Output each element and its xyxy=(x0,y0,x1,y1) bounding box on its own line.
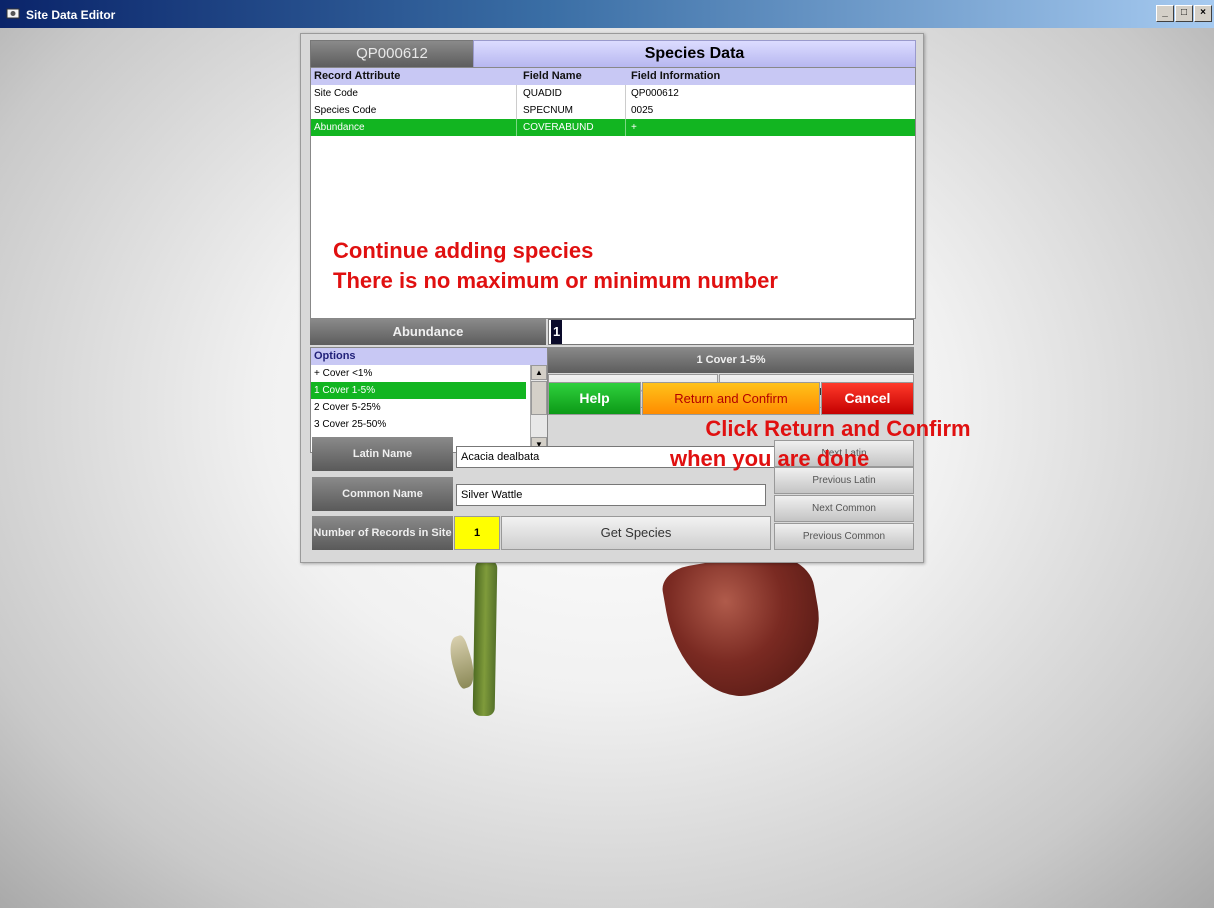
scroll-thumb[interactable] xyxy=(531,381,547,415)
window-title: Site Data Editor xyxy=(26,8,116,22)
selected-option-banner: 1 Cover 1-5% xyxy=(548,347,914,373)
records-count-label: Number of Records in Site xyxy=(312,516,453,550)
site-code-header: QP000612 xyxy=(310,40,474,68)
cell-info: 0025 xyxy=(631,105,654,116)
record-table: Record Attribute Field Name Field Inform… xyxy=(310,67,916,319)
help-button[interactable]: Help xyxy=(548,382,641,415)
app-icon xyxy=(6,8,20,19)
annotation-line: Click Return and Confirm xyxy=(705,416,971,441)
instruction-annotation-top: Continue adding species There is no maxi… xyxy=(333,236,778,296)
maximize-button[interactable]: □ xyxy=(1175,5,1193,22)
list-item-selected[interactable]: 1 Cover 1-5% xyxy=(311,382,526,399)
cancel-button[interactable]: Cancel xyxy=(821,382,914,415)
cell-attribute: Site Code xyxy=(314,88,358,99)
latin-name-label: Latin Name xyxy=(312,437,453,471)
plant-pod-image xyxy=(659,545,831,707)
previous-common-button[interactable]: Previous Common xyxy=(774,523,914,550)
minimize-button[interactable]: _ xyxy=(1156,5,1174,22)
instruction-annotation-bottom: Click Return and Confirm when you are do… xyxy=(668,414,1008,474)
options-scrollbar[interactable]: ▲ ▼ xyxy=(530,365,547,452)
records-count-value: 1 xyxy=(454,516,500,550)
return-confirm-button[interactable]: Return and Confirm xyxy=(642,382,820,415)
list-item[interactable]: 3 Cover 25-50% xyxy=(311,416,526,433)
annotation-line: when you are done xyxy=(670,446,870,471)
abundance-label: Abundance xyxy=(310,319,546,345)
cell-info: QP000612 xyxy=(631,88,679,99)
table-header: Record Attribute Field Name Field Inform… xyxy=(311,68,915,85)
options-header: Options xyxy=(311,348,547,365)
common-name-field[interactable]: Silver Wattle xyxy=(456,484,766,506)
plant-stem-image xyxy=(472,559,498,717)
cell-field: COVERABUND xyxy=(523,122,594,133)
list-item[interactable]: 2 Cover 5-25% xyxy=(311,399,526,416)
dialog-title: Species Data xyxy=(473,40,916,68)
next-common-button[interactable]: Next Common xyxy=(774,495,914,522)
cell-field: SPECNUM xyxy=(523,105,574,116)
cell-info: + xyxy=(631,122,637,133)
column-header-field: Field Name xyxy=(523,70,582,82)
column-header-info: Field Information xyxy=(631,70,721,82)
annotation-line: There is no maximum or minimum number xyxy=(333,268,778,293)
list-item[interactable]: + Cover <1% xyxy=(311,365,526,382)
close-button[interactable]: × xyxy=(1194,5,1212,22)
common-name-label: Common Name xyxy=(312,477,453,511)
abundance-value: 1 xyxy=(551,320,563,344)
cell-field: QUADID xyxy=(523,88,562,99)
window-titlebar: Site Data Editor _ □ × xyxy=(0,0,1214,28)
get-species-button[interactable]: Get Species xyxy=(501,516,771,550)
column-header-attribute: Record Attribute xyxy=(314,70,401,82)
annotation-line: Continue adding species xyxy=(333,238,594,263)
table-row[interactable]: Species Code SPECNUM 0025 xyxy=(311,102,915,119)
cell-attribute: Abundance xyxy=(314,122,365,133)
table-row-selected[interactable]: Abundance COVERABUND + xyxy=(311,119,915,136)
table-row[interactable]: Site Code QUADID QP000612 xyxy=(311,85,915,102)
abundance-input[interactable]: 1 xyxy=(548,319,914,345)
species-data-dialog: QP000612 Species Data Record Attribute F… xyxy=(300,33,924,563)
cell-attribute: Species Code xyxy=(314,105,377,116)
scroll-up-icon[interactable]: ▲ xyxy=(531,365,547,380)
